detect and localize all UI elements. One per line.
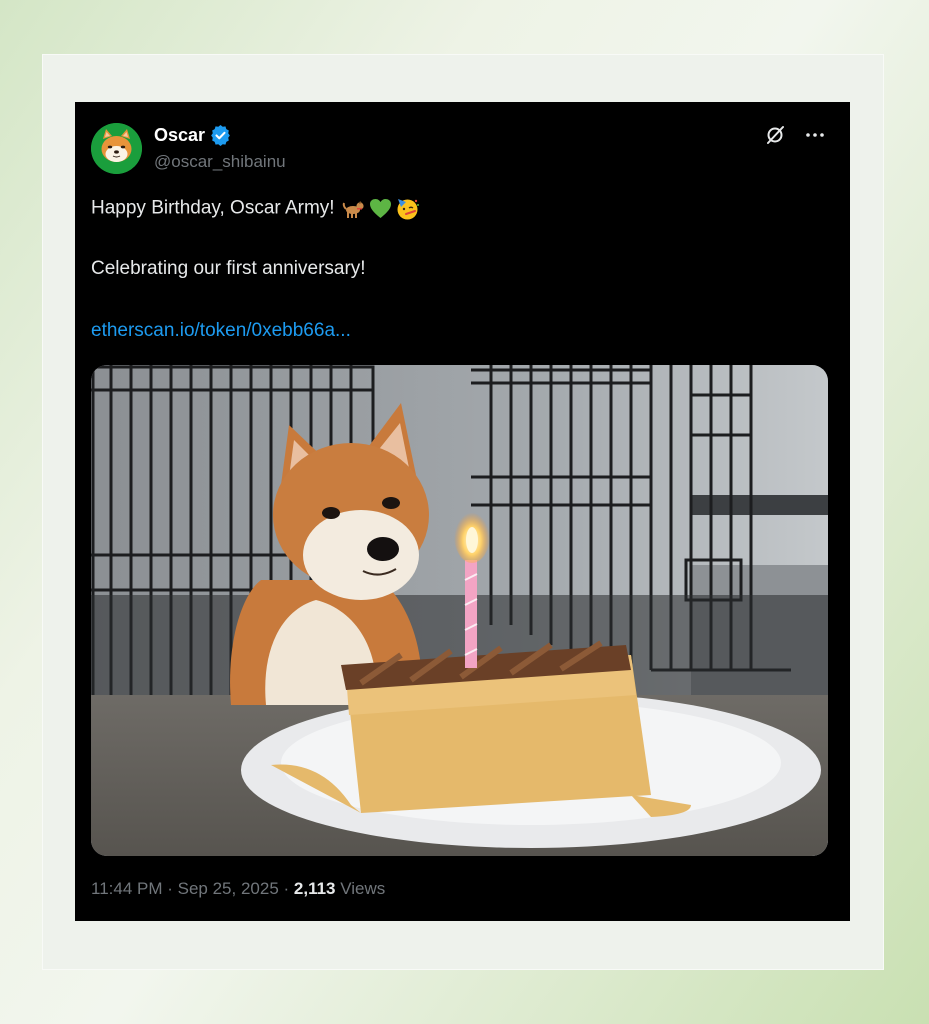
tweet-text-greeting: Happy Birthday, Oscar Army! — [91, 197, 335, 219]
tweet-text-line-1: Happy Birthday, Oscar Army! — [91, 196, 420, 221]
footer-separator-2: · — [278, 879, 294, 898]
grok-icon[interactable] — [764, 124, 786, 146]
views-count: 2,113 — [293, 879, 336, 898]
dog-emoji — [342, 201, 364, 218]
author-name-row[interactable]: Oscar — [154, 125, 231, 146]
views-label: Views — [335, 879, 386, 898]
shiba-avatar-icon — [91, 123, 142, 174]
footer-separator-1: · — [162, 879, 178, 898]
birthday-dog-photo — [91, 365, 828, 856]
author-handle[interactable]: @oscar_shibainu — [154, 152, 286, 172]
tweet-photo[interactable] — [91, 365, 828, 856]
etherscan-link[interactable]: etherscan.io/token/0xebb66a... — [91, 320, 351, 342]
more-options-icon[interactable] — [804, 124, 826, 146]
tweet-top-actions — [764, 124, 826, 146]
tweet-card[interactable]: Oscar @oscar_shibainu Happy Birthday, Os… — [75, 102, 850, 921]
author-name[interactable]: Oscar — [154, 125, 205, 146]
tweet-text-line-2: Celebrating our first anniversary! — [91, 258, 366, 279]
tweet-date[interactable]: Sep 25, 2025 — [178, 879, 279, 898]
emoji-group — [341, 196, 420, 221]
verified-badge-icon — [211, 125, 230, 146]
avatar[interactable] — [91, 123, 142, 174]
partying-face-emoji — [397, 199, 419, 220]
tweet-time[interactable]: 11:44 PM — [91, 879, 163, 898]
tweet-footer: 11:44 PM · Sep 25, 2025 · 2,113 Views — [91, 879, 385, 899]
green-heart-emoji — [369, 199, 391, 218]
